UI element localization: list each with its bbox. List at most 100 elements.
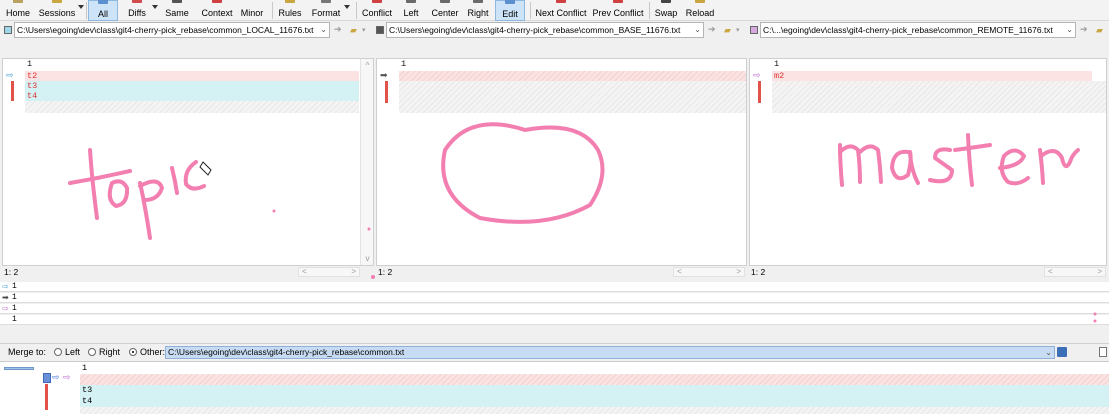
center-pane[interactable]: 1 ➡ [376, 58, 747, 266]
left-horizontal-scrollbar[interactable]: < > [298, 267, 360, 277]
left-status: 1: 2 [4, 266, 134, 278]
right-radio-label[interactable]: Right [99, 347, 120, 358]
diffs-button[interactable]: Diffs [122, 0, 158, 21]
conflict-button[interactable]: Conflict [360, 0, 394, 21]
output-line-3: t3 [80, 385, 1109, 396]
diffs-icon [132, 0, 142, 3]
conflict-marker [385, 81, 388, 103]
right-path-field[interactable]: C:\...\egoing\dev\class\git4-cherry-pick… [760, 22, 1076, 38]
center-path-bar: C:\Users\egoing\dev\class\git4-cherry-pi… [372, 22, 750, 39]
chevron-down-icon [152, 5, 158, 9]
left-vertical-scrollbar[interactable]: ^ v [360, 59, 373, 265]
next-conflict-icon [556, 0, 566, 3]
toolbar-divider [530, 2, 531, 19]
minor-button[interactable]: Minor [238, 0, 266, 21]
next-conflict-button[interactable]: Next Conflict [534, 0, 588, 21]
base-file-icon [376, 26, 384, 34]
prev-conflict-button[interactable]: Prev Conflict [592, 0, 644, 21]
location-row-output[interactable]: 1 [0, 315, 1109, 325]
toolbar: Home Sessions All Diffs Same Context Min… [0, 0, 1109, 21]
home-icon [13, 0, 23, 3]
sessions-button[interactable]: Sessions [36, 0, 84, 21]
context-button[interactable]: Context [199, 0, 235, 21]
center-horizontal-scrollbar[interactable]: < > [673, 267, 745, 277]
chevron-right-icon[interactable]: > [351, 268, 356, 276]
left-button[interactable]: Left [400, 0, 422, 21]
chevron-left-icon[interactable]: < [1048, 268, 1053, 276]
output-line-2 [80, 374, 1109, 385]
reload-button[interactable]: Reload [685, 0, 715, 21]
chevron-down-icon[interactable]: v [361, 254, 373, 263]
chevron-right-icon[interactable]: > [736, 268, 741, 276]
center-path-field[interactable]: C:\Users\egoing\dev\class\git4-cherry-pi… [386, 22, 704, 38]
output-line-1: 1 [82, 363, 88, 373]
chevron-down-icon[interactable]: ⌄ [1066, 23, 1073, 37]
chevron-down-icon[interactable]: ⌄ [320, 23, 327, 37]
location-row-center[interactable]: ➡ 1 [0, 293, 1109, 303]
arrow-right-icon[interactable]: ➔ [708, 24, 716, 35]
arrow-right-icon [473, 0, 483, 3]
folder-icon[interactable]: ▰ [350, 25, 357, 36]
other-radio[interactable] [129, 348, 137, 356]
right-status: 1: 2 [751, 266, 881, 278]
location-row-left[interactable]: ⇨ 1 [0, 282, 1109, 292]
rules-button[interactable]: Rules [276, 0, 304, 21]
edit-icon [505, 0, 515, 4]
other-radio-label[interactable]: Other: [140, 347, 165, 358]
left-radio-label[interactable]: Left [65, 347, 80, 358]
toolbar-divider [649, 2, 650, 19]
arrow-right-icon: ⇨ [63, 372, 71, 382]
left-radio[interactable] [54, 348, 62, 356]
swap-button[interactable]: Swap [653, 0, 679, 21]
conflict-marker-icon [43, 373, 51, 383]
arrow-right-icon[interactable]: ➔ [1080, 24, 1088, 35]
left-path-bar: C:\Users\egoing\dev\class\git4-cherry-pi… [0, 22, 370, 39]
left-pane[interactable]: 1 t2 t3 t4 ⇨ ^ v [2, 58, 374, 266]
right-line-2: m2 [772, 71, 1092, 81]
chevron-down-icon[interactable]: ▾ [362, 26, 366, 34]
output-pane[interactable]: 1 t3 t4 ⇨ ⇨ [0, 361, 1109, 414]
arrow-right-icon: ➡ [2, 293, 9, 302]
location-row-right[interactable]: ⇨ 1 [0, 304, 1109, 314]
chevron-left-icon[interactable]: < [677, 268, 682, 276]
arrow-right-icon: ⇨ [2, 304, 9, 313]
same-button[interactable]: Same [162, 0, 192, 21]
arrow-right-icon: ➡ [380, 70, 388, 80]
chevron-down-icon[interactable]: ⌄ [1045, 347, 1052, 358]
chevron-down-icon[interactable]: ▾ [736, 26, 740, 34]
right-button[interactable]: Right [466, 0, 490, 21]
merge-to-label: Merge to: [8, 347, 47, 357]
arrow-right-icon: ⇨ [2, 282, 9, 291]
right-line-1: 1 [774, 59, 780, 69]
right-pane[interactable]: 1 m2 ⇨ [749, 58, 1107, 266]
ink-dot [371, 275, 375, 279]
folder-icon[interactable]: ▰ [724, 25, 731, 36]
all-button[interactable]: All [88, 0, 118, 21]
right-file-icon [750, 26, 758, 34]
arrow-right-icon[interactable]: ➔ [334, 24, 342, 35]
edit-button[interactable]: Edit [495, 0, 525, 21]
conflict-marker [758, 81, 761, 103]
chevron-right-icon[interactable]: > [1097, 268, 1102, 276]
folder-icon[interactable]: ▰ [1096, 25, 1103, 36]
chevron-down-icon[interactable]: ⌄ [694, 23, 701, 37]
chevron-left-icon[interactable]: < [302, 268, 307, 276]
save-icon[interactable] [1057, 347, 1067, 357]
center-button[interactable]: Center [430, 0, 460, 21]
chevron-down-icon [78, 5, 84, 9]
pane-header-strip [0, 40, 1109, 58]
context-icon [212, 0, 222, 3]
conflict-marker [45, 384, 48, 410]
merge-output-path-field[interactable]: C:\Users\egoing\dev\class\git4-cherry-pi… [165, 346, 1055, 359]
document-icon[interactable] [1099, 347, 1107, 357]
right-filler [772, 81, 1106, 113]
conflict-icon [372, 0, 382, 3]
format-button[interactable]: Format [308, 0, 350, 21]
right-horizontal-scrollbar[interactable]: < > [1044, 267, 1106, 277]
same-icon [172, 0, 182, 3]
left-file-icon [4, 26, 12, 34]
home-button[interactable]: Home [3, 0, 33, 21]
left-path-field[interactable]: C:\Users\egoing\dev\class\git4-cherry-pi… [14, 22, 330, 38]
right-radio[interactable] [88, 348, 96, 356]
chevron-up-icon[interactable]: ^ [361, 61, 373, 70]
